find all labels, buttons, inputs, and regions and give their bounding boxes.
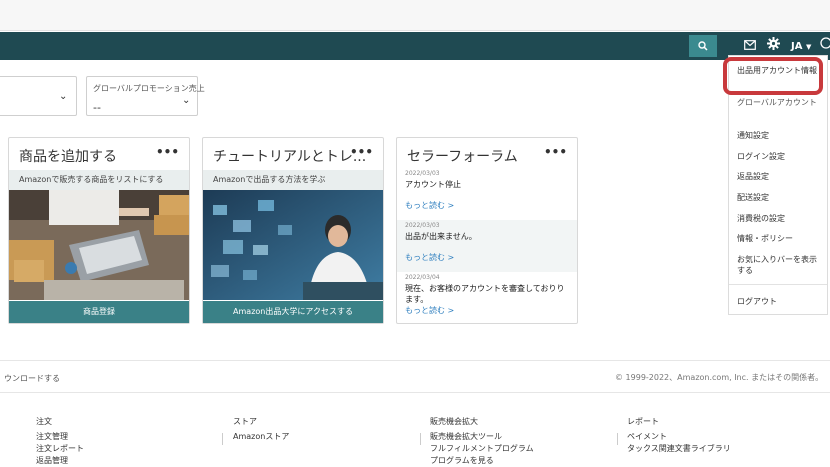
footer-link[interactable]: Amazonストア xyxy=(233,431,289,442)
column-separator xyxy=(222,433,223,445)
menu-item-login-settings[interactable]: ログイン設定 xyxy=(737,151,823,162)
help-button[interactable] xyxy=(820,37,830,53)
post-date: 2022/03/03 xyxy=(405,222,440,229)
post-title: 現在、お客様のアカウントを審査しておりります。 xyxy=(405,284,565,304)
footer-link[interactable]: 注文レポート xyxy=(36,443,84,454)
card-subtitle: Amazonで出品する方法を学ぶ xyxy=(203,170,383,190)
mail-icon xyxy=(744,40,756,50)
global-promotion-select[interactable]: グローバルプロモーション売上 -- ⌄ xyxy=(86,76,205,116)
menu-item-shipping-settings[interactable]: 配送設定 xyxy=(737,192,823,203)
footer-link[interactable]: 販売機会拡大ツール xyxy=(430,431,502,442)
forum-post: 2022/03/03 アカウント停止 もっと読む > xyxy=(405,170,569,211)
gear-icon xyxy=(767,37,780,50)
settings-button[interactable] xyxy=(767,37,780,54)
more-options-icon[interactable]: ••• xyxy=(544,145,567,159)
post-date: 2022/03/03 xyxy=(405,170,440,177)
read-more-link[interactable]: もっと読む > xyxy=(405,305,569,316)
filter-select-left[interactable]: ⌄ xyxy=(0,76,77,116)
menu-item-info-policies[interactable]: 情報・ポリシー xyxy=(737,233,823,244)
global-promotion-label: グローバルプロモーション売上 xyxy=(93,84,205,93)
download-link[interactable]: ウンロードする xyxy=(4,373,60,384)
chevron-down-icon: ▼ xyxy=(805,43,812,51)
forum-post: 2022/03/04 現在、お客様のアカウントを審査しておりります。 もっと読む… xyxy=(405,274,569,316)
tutorial-card: チュートリアルとトレ... ••• Amazonで出品する方法を学ぶ Amazo… xyxy=(202,137,384,324)
read-more-link[interactable]: もっと読む > xyxy=(405,200,569,211)
footer-divider xyxy=(0,360,830,361)
search-icon xyxy=(698,41,708,51)
read-more-link[interactable]: もっと読む > xyxy=(405,252,569,263)
highlight-box xyxy=(723,57,823,95)
footer-link[interactable]: ペイメント xyxy=(627,431,667,442)
menu-item-global-account[interactable]: グローバルアカウント xyxy=(737,97,823,108)
footer-divider xyxy=(0,392,830,393)
chevron-down-icon: ⌄ xyxy=(182,95,191,106)
footer-column-heading: レポート xyxy=(627,417,659,426)
menu-item-notification-settings[interactable]: 通知設定 xyxy=(737,130,823,141)
footer-column-heading: ストア xyxy=(233,417,257,426)
column-separator xyxy=(420,433,421,445)
more-options-icon[interactable]: ••• xyxy=(350,145,373,159)
post-title: アカウント停止 xyxy=(405,180,461,189)
card-title: 商品を追加する xyxy=(19,149,117,165)
footer-link[interactable]: タックス関連文書ライブラリ xyxy=(627,443,731,454)
chevron-down-icon: ⌄ xyxy=(59,91,68,102)
menu-divider xyxy=(729,284,827,285)
post-title: 出品が出来ません。 xyxy=(405,232,477,241)
seller-university-button[interactable]: Amazon出品大学にアクセスする xyxy=(203,301,383,323)
add-product-card: 商品を追加する ••• Amazonで販売する商品をリストにする 商品登録 xyxy=(8,137,190,324)
column-separator xyxy=(617,433,618,445)
user-menu-button[interactable]: JA ▼ xyxy=(791,39,811,55)
footer-column-heading: 注文 xyxy=(36,417,52,426)
more-options-icon[interactable]: ••• xyxy=(156,145,179,159)
card-subtitle: Amazonで販売する商品をリストにする xyxy=(9,170,189,190)
footer-column-heading: 販売機会拡大 xyxy=(430,417,478,426)
user-label: JA xyxy=(791,41,803,52)
help-icon xyxy=(820,37,830,49)
seller-forum-card: セラーフォーラム ••• 2022/03/03 アカウント停止 もっと読む > … xyxy=(396,137,578,324)
mail-button[interactable] xyxy=(744,38,756,54)
learning-photo xyxy=(203,190,383,300)
footer-link[interactable]: 注文管理 xyxy=(36,431,68,442)
packing-boxes-photo xyxy=(9,190,189,300)
menu-item-return-settings[interactable]: 返品設定 xyxy=(737,171,823,182)
top-strip xyxy=(0,0,830,31)
footer-link[interactable]: フルフィルメントプログラム xyxy=(430,443,534,454)
footer-link[interactable]: プログラムを見る xyxy=(430,455,494,466)
copyright-text: © 1999-2022、Amazon.com, Inc. またはその関係者。 xyxy=(615,373,824,382)
forum-post: 2022/03/03 出品が出来ません。 もっと読む > xyxy=(405,222,569,263)
global-promotion-value: -- xyxy=(93,101,101,114)
footer-link[interactable]: 返品管理 xyxy=(36,455,68,466)
search-button[interactable] xyxy=(689,35,717,57)
post-date: 2022/03/04 xyxy=(405,274,440,281)
menu-item-favorites-bar[interactable]: お気に入りバーを表示する xyxy=(737,254,823,276)
menu-item-logout[interactable]: ログアウト xyxy=(737,296,823,307)
add-product-button[interactable]: 商品登録 xyxy=(9,301,189,323)
card-title: チュートリアルとトレ... xyxy=(213,149,367,165)
menu-item-tax-settings[interactable]: 消費税の設定 xyxy=(737,213,823,224)
card-title: セラーフォーラム xyxy=(407,149,518,165)
